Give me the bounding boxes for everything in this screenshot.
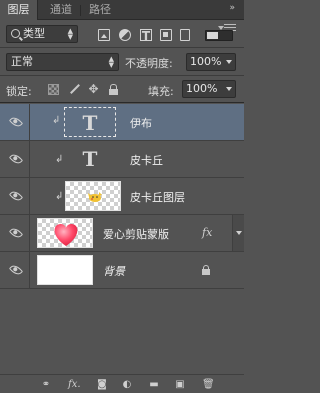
visibility-toggle[interactable]	[0, 215, 30, 251]
layer-filter-row: 类型 ▲ ▼ T	[0, 21, 244, 48]
lock-row: 锁定: ✥ 填充: 100%	[0, 77, 244, 103]
dropdown-arrows-icon: ▲ ▼	[108, 55, 114, 69]
layers-panel: 图层 通道 路径 » 类型 ▲▼ T 正常 ▲▼ 不透明度: 100% 锁定	[0, 0, 244, 393]
pixel-filter-icon[interactable]	[98, 29, 110, 41]
clipping-mask-icon: ↲	[52, 115, 61, 126]
layer-row[interactable]: 背景	[0, 252, 244, 289]
expand-effects-icon[interactable]	[232, 215, 244, 251]
visibility-toggle[interactable]	[0, 178, 30, 214]
eye-icon	[8, 114, 24, 130]
dropdown-arrows-icon: ▲ ▼	[67, 27, 73, 41]
layer-list: ↲ T 伊布 ↲ T 皮卡丘 ↲ 皮卡丘图层 爱心剪贴蒙版 fx 背景	[0, 104, 244, 374]
collapse-panel-icon[interactable]: »	[229, 3, 234, 13]
panel-tab-bar: 图层 通道 路径 »	[0, 0, 244, 20]
layers-bottom-toolbar: ⚭ fx. ◙ ◐ ▬ ▣ 🗑	[0, 374, 244, 393]
link-layers-icon[interactable]: ⚭	[40, 379, 52, 390]
lock-label: 锁定:	[6, 85, 32, 98]
new-group-icon[interactable]: ▬	[148, 379, 160, 390]
layer-row[interactable]: ↲ T 皮卡丘	[0, 141, 244, 178]
search-icon	[11, 29, 20, 38]
filter-kind-select[interactable]: 类型 ▲ ▼	[6, 25, 78, 43]
layer-thumbnail	[37, 218, 93, 248]
text-layer-thumbnail: T	[64, 107, 116, 137]
adjustment-filter-icon[interactable]	[119, 29, 131, 41]
clipping-mask-icon: ↲	[55, 191, 64, 202]
blend-mode-value: 正常	[11, 55, 33, 68]
lock-image-pixels-icon[interactable]	[68, 84, 79, 95]
heart-thumbnail-icon	[54, 223, 78, 246]
visibility-toggle[interactable]	[0, 141, 30, 177]
type-filter-icon[interactable]: T	[140, 29, 152, 42]
eye-icon	[8, 225, 24, 241]
filter-toggle-switch[interactable]	[205, 30, 233, 41]
layer-row[interactable]: ↲ 皮卡丘图层	[0, 178, 244, 215]
eye-icon	[8, 188, 24, 204]
opacity-label: 不透明度:	[125, 57, 173, 70]
new-adjustment-icon[interactable]: ◐	[121, 379, 133, 390]
tab-paths[interactable]: 路径	[84, 0, 116, 20]
fx-icon[interactable]: fx.	[68, 379, 81, 390]
tab-divider	[80, 5, 81, 16]
fill-field[interactable]: 100%	[182, 80, 236, 98]
filter-kind-label: 类型	[23, 27, 45, 40]
layer-name[interactable]: 皮卡丘	[130, 152, 163, 168]
layer-name[interactable]: 背景	[103, 263, 125, 279]
lock-position-icon[interactable]: ✥	[88, 83, 99, 95]
clipping-mask-icon: ↲	[55, 154, 64, 165]
pikachu-thumbnail-icon	[88, 192, 102, 202]
shape-filter-icon[interactable]	[160, 29, 172, 41]
lock-transparent-pixels-icon[interactable]	[48, 84, 59, 95]
visibility-toggle[interactable]	[0, 104, 30, 140]
blend-mode-select[interactable]: 正常 ▲ ▼	[6, 53, 119, 71]
eye-icon	[8, 262, 24, 278]
chevron-down-icon[interactable]	[226, 60, 232, 64]
fill-value: 100%	[186, 82, 218, 95]
eye-icon	[8, 151, 24, 167]
opacity-field[interactable]: 100%	[186, 53, 236, 71]
add-mask-icon[interactable]: ◙	[96, 379, 108, 390]
layer-row[interactable]: 爱心剪贴蒙版 fx	[0, 215, 244, 252]
layer-name[interactable]: 爱心剪贴蒙版	[103, 226, 169, 242]
blend-row: 正常 ▲ ▼ 不透明度: 100%	[0, 49, 244, 76]
layer-row[interactable]: ↲ T 伊布	[0, 104, 244, 141]
layer-thumbnail	[65, 181, 121, 211]
lock-icon	[201, 265, 211, 275]
opacity-value: 100%	[190, 55, 222, 68]
text-layer-thumbnail: T	[82, 147, 98, 171]
layer-name[interactable]: 皮卡丘图层	[130, 189, 185, 205]
chevron-down-icon[interactable]	[226, 87, 232, 91]
smart-object-filter-icon[interactable]	[180, 29, 190, 41]
tab-layers[interactable]: 图层	[0, 0, 38, 20]
lock-all-icon[interactable]	[108, 84, 119, 95]
tab-channels[interactable]: 通道	[45, 0, 77, 20]
layer-name[interactable]: 伊布	[130, 115, 152, 131]
fill-label: 填充:	[148, 85, 174, 98]
layer-effects-icon[interactable]: fx	[202, 226, 212, 239]
visibility-toggle[interactable]	[0, 252, 30, 288]
new-layer-icon[interactable]: ▣	[174, 379, 186, 390]
layer-thumbnail	[37, 255, 93, 285]
delete-layer-icon[interactable]: 🗑	[202, 379, 215, 390]
